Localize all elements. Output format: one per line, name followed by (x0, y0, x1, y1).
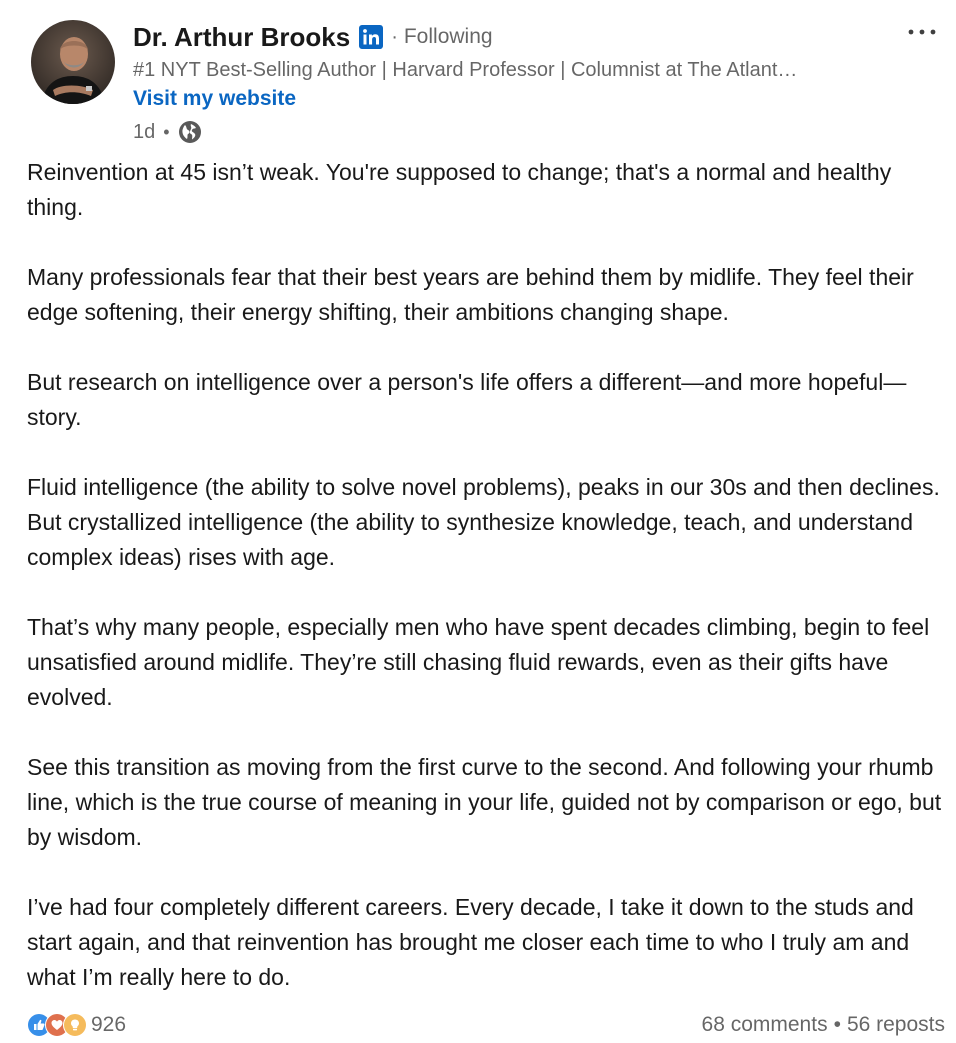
post-paragraph: I’ve had four completely different caree… (27, 894, 914, 990)
post-header: Dr. Arthur Brooks · Following #1 NYT Bes… (133, 18, 893, 149)
reaction-count: 926 (91, 1013, 127, 1036)
post-body: Reinvention at 45 isn’t weak. You're sup… (27, 155, 947, 995)
linkedin-icon (359, 25, 384, 49)
social-counts-bar: 926 68 comments • 56 reposts (27, 1008, 945, 1042)
author-name[interactable]: Dr. Arthur Brooks (133, 22, 350, 53)
post-paragraph: See this transition as moving from the f… (27, 754, 942, 850)
post-paragraph: Fluid intelligence (the ability to solve… (27, 474, 940, 570)
post-timestamp[interactable]: 1d (133, 121, 155, 144)
post-meta: 1d • (133, 115, 893, 149)
linkedin-post: Dr. Arthur Brooks · Following #1 NYT Bes… (0, 0, 956, 1043)
visit-website-link[interactable]: Visit my website (133, 85, 296, 113)
name-row: Dr. Arthur Brooks · Following (133, 18, 893, 56)
reposts-count-link[interactable]: 56 reposts (847, 1013, 945, 1037)
engagement-stats: 68 comments • 56 reposts (702, 1013, 945, 1037)
more-options-button[interactable] (902, 18, 942, 46)
comments-count-link[interactable]: 68 comments (702, 1013, 828, 1037)
separator-dot: · (391, 25, 398, 48)
follow-status[interactable]: Following (404, 25, 493, 49)
reactions-summary[interactable]: 926 (27, 1013, 126, 1037)
reaction-icons (27, 1013, 87, 1037)
globe-icon (178, 120, 202, 144)
ellipsis-icon (908, 29, 936, 35)
insightful-icon (63, 1013, 87, 1037)
post-paragraph: Many professionals fear that their best … (27, 264, 914, 325)
post-paragraph: Reinvention at 45 isn’t weak. You're sup… (27, 159, 892, 220)
author-headline: #1 NYT Best-Selling Author | Harvard Pro… (133, 59, 798, 81)
separator-dot: • (163, 121, 170, 142)
author-avatar[interactable] (31, 20, 115, 104)
post-paragraph: That’s why many people, especially men w… (27, 614, 930, 710)
post-paragraph: But research on intelligence over a pers… (27, 369, 907, 430)
separator-dot: • (833, 1013, 841, 1036)
